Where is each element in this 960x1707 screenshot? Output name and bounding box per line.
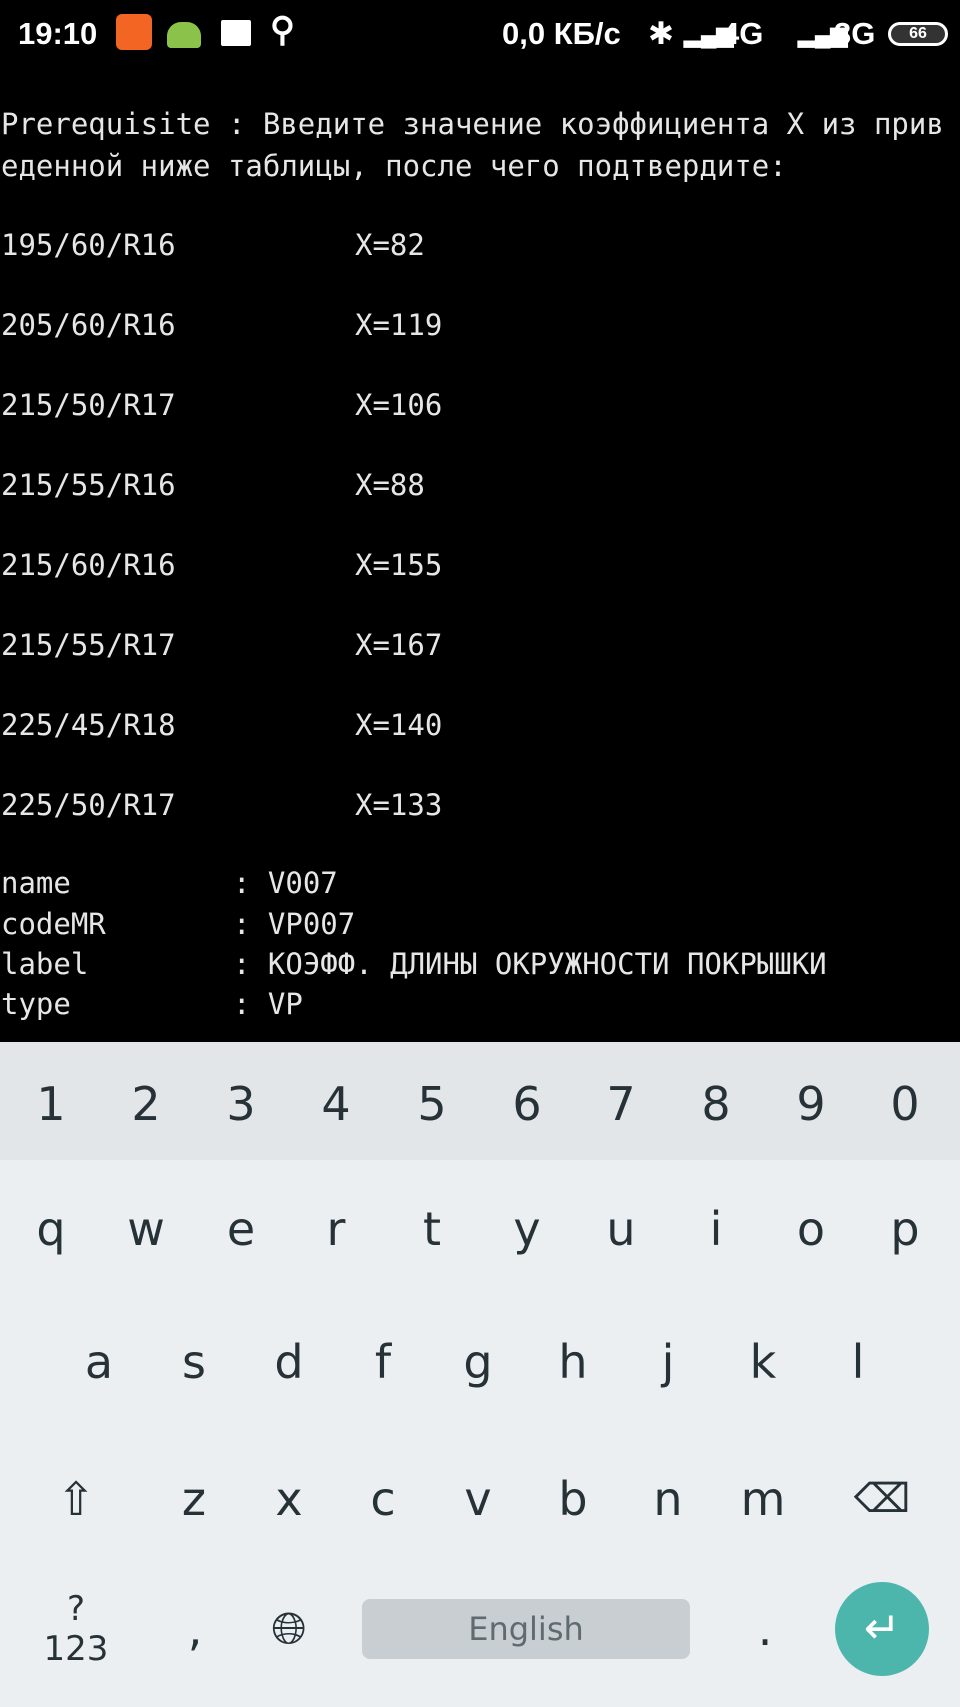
key-5[interactable]: 5: [392, 1077, 472, 1131]
key-3[interactable]: 3: [201, 1077, 281, 1131]
field-value: : V007: [233, 866, 338, 900]
field-key: codeMR: [1, 907, 106, 941]
key-e[interactable]: e: [201, 1202, 281, 1256]
key-k[interactable]: k: [723, 1335, 803, 1389]
period-key[interactable]: .: [725, 1602, 805, 1656]
tire-size: 195/60/R16: [1, 228, 176, 262]
tire-size: 215/55/R16: [1, 468, 176, 502]
tire-size: 215/55/R17: [1, 628, 176, 662]
key-d[interactable]: d: [249, 1335, 329, 1389]
coefficient-x: X=119: [355, 308, 443, 342]
key-u[interactable]: u: [581, 1202, 661, 1256]
tire-size: 225/50/R17: [1, 788, 176, 822]
enter-icon: ↵: [863, 1603, 901, 1654]
key-h[interactable]: h: [533, 1335, 613, 1389]
key-w[interactable]: w: [106, 1202, 186, 1256]
field-value: : VP007: [233, 907, 356, 941]
enter-key[interactable]: ↵: [835, 1582, 929, 1676]
keyboard: 1234567890 qwertyuiop asdfghjkl zxcvbnm ⇧ ⌫…: [0, 1042, 960, 1707]
key-m[interactable]: m: [723, 1472, 803, 1526]
tire-size: 215/60/R16: [1, 548, 176, 582]
key-n[interactable]: n: [628, 1472, 708, 1526]
globe-icon[interactable]: 🌐︎: [249, 1604, 329, 1655]
space-bar[interactable]: English: [362, 1599, 690, 1659]
field-value: : КОЭФФ. ДЛИНЫ ОКРУЖНОСТИ ПОКРЫШКИ: [233, 947, 827, 981]
field-value: : VP: [233, 987, 303, 1021]
terminal-output: Prerequisite : Введите значение коэффици…: [0, 0, 960, 1021]
symbols-key[interactable]: ?123: [36, 1589, 116, 1669]
key-t[interactable]: t: [392, 1202, 472, 1256]
key-a[interactable]: a: [59, 1335, 139, 1389]
key-r[interactable]: r: [296, 1202, 376, 1256]
coefficient-x: X=82: [355, 228, 425, 262]
key-z[interactable]: z: [154, 1472, 234, 1526]
key-o[interactable]: o: [771, 1202, 851, 1256]
key-y[interactable]: y: [487, 1202, 567, 1256]
key-c[interactable]: c: [343, 1472, 423, 1526]
key-0[interactable]: 0: [865, 1077, 945, 1131]
key-6[interactable]: 6: [487, 1077, 567, 1131]
key-1[interactable]: 1: [11, 1077, 91, 1131]
field-key: label: [1, 947, 89, 981]
tire-size: 215/50/R17: [1, 388, 176, 422]
key-4[interactable]: 4: [296, 1077, 376, 1131]
key-7[interactable]: 7: [581, 1077, 661, 1131]
key-i[interactable]: i: [676, 1202, 756, 1256]
backspace-key[interactable]: ⌫: [842, 1476, 922, 1522]
tire-size: 225/45/R18: [1, 708, 176, 742]
key-f[interactable]: f: [343, 1335, 423, 1389]
coefficient-x: X=88: [355, 468, 425, 502]
key-8[interactable]: 8: [676, 1077, 756, 1131]
field-key: name: [1, 866, 71, 900]
coefficient-x: X=106: [355, 388, 443, 422]
key-j[interactable]: j: [628, 1335, 708, 1389]
key-9[interactable]: 9: [771, 1077, 851, 1131]
prompt-line: Prerequisite : Введите значение коэффици…: [1, 107, 944, 141]
coefficient-x: X=140: [355, 708, 443, 742]
key-s[interactable]: s: [154, 1335, 234, 1389]
key-p[interactable]: p: [865, 1202, 945, 1256]
coefficient-x: X=133: [355, 788, 443, 822]
coefficient-x: X=155: [355, 548, 443, 582]
coefficient-x: X=167: [355, 628, 443, 662]
comma-key[interactable]: ,: [155, 1602, 235, 1656]
key-2[interactable]: 2: [106, 1077, 186, 1131]
key-b[interactable]: b: [533, 1472, 613, 1526]
key-g[interactable]: g: [438, 1335, 518, 1389]
field-key: type: [1, 987, 71, 1021]
key-v[interactable]: v: [438, 1472, 518, 1526]
key-q[interactable]: q: [11, 1202, 91, 1256]
key-l[interactable]: l: [818, 1335, 898, 1389]
key-x[interactable]: x: [249, 1472, 329, 1526]
shift-key[interactable]: ⇧: [36, 1472, 116, 1526]
prompt-line: еденной ниже таблицы, после чего подтвер…: [1, 149, 787, 183]
tire-size: 205/60/R16: [1, 308, 176, 342]
